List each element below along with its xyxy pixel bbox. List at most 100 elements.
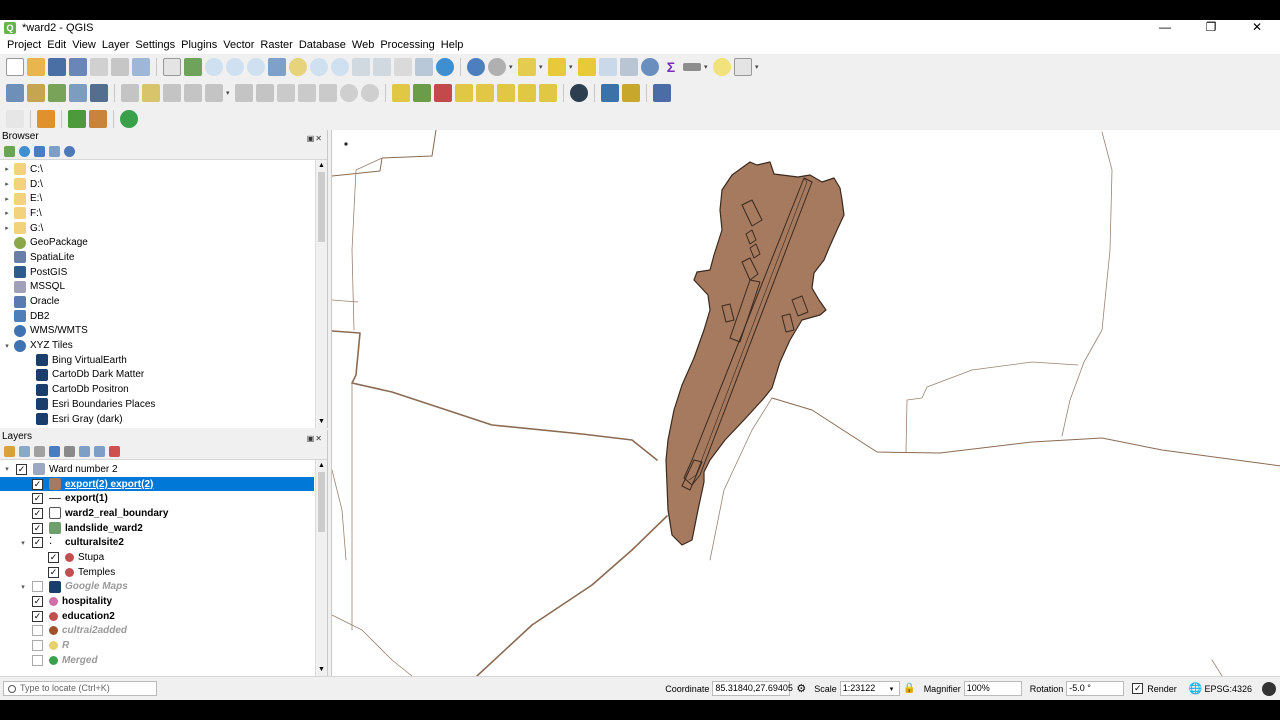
collapse-all-icon[interactable] (94, 446, 105, 457)
filter-icon[interactable] (34, 146, 45, 157)
chevron-down-icon[interactable]: ▾ (226, 89, 232, 97)
attribute-table-icon[interactable] (599, 58, 617, 76)
new-project-icon[interactable] (6, 58, 24, 76)
menu-vector[interactable]: Vector (220, 39, 257, 51)
minimize-button[interactable]: — (1142, 20, 1188, 36)
print-layout-icon[interactable] (90, 58, 108, 76)
layer-visibility-checkbox[interactable] (32, 625, 43, 637)
collapse-all-icon[interactable] (49, 146, 60, 157)
browser-item[interactable]: ▸ D:\ (0, 177, 327, 192)
select-features-icon[interactable] (518, 58, 536, 76)
chevron-down-icon[interactable]: ▾ (704, 63, 710, 71)
browser-item[interactable]: ▾ XYZ Tiles (0, 338, 327, 353)
browser-item[interactable]: GeoPackage (0, 235, 327, 250)
panel-float-close-icon[interactable]: ▣✕ (307, 432, 323, 446)
add-selected-layers-icon[interactable] (4, 146, 15, 157)
highlight-labels-icon[interactable] (455, 84, 473, 102)
copy-features-icon[interactable] (298, 84, 316, 102)
scroll-down-icon[interactable]: ▼ (316, 664, 327, 676)
edit-pencil-icon[interactable] (37, 110, 55, 128)
cursor-tool-icon[interactable] (6, 110, 24, 128)
filter-legend-icon[interactable] (49, 446, 60, 457)
deselect-icon[interactable] (578, 58, 596, 76)
layer-visibility-checkbox[interactable]: ✓ (16, 463, 27, 475)
redo-icon[interactable] (361, 84, 379, 102)
zoom-in-icon[interactable] (205, 58, 223, 76)
chevron-down-icon[interactable]: ▾ (539, 63, 545, 71)
browser-item[interactable]: SpatiaLite (0, 250, 327, 265)
open-project-icon[interactable] (27, 58, 45, 76)
expand-all-icon[interactable] (79, 446, 90, 457)
crs-globe-icon[interactable]: 🌐 (1189, 682, 1203, 695)
digitize-icon[interactable] (184, 84, 202, 102)
refresh-icon[interactable] (19, 146, 30, 157)
chevron-down-icon[interactable]: ▾ (509, 63, 515, 71)
manage-map-themes-icon[interactable] (34, 446, 45, 457)
browser-item[interactable]: ▸ E:\ (0, 191, 327, 206)
remove-layer-icon[interactable] (109, 446, 120, 457)
processing-toolbox-icon[interactable] (641, 58, 659, 76)
layer-item[interactable]: ✓ ward2_real_boundary (0, 506, 314, 521)
expand-arrow-icon[interactable]: ▸ (2, 165, 12, 173)
magnifier-spinbox[interactable]: 100% (963, 681, 1022, 696)
menu-plugins[interactable]: Plugins (178, 39, 220, 51)
layer-visibility-checkbox[interactable]: ✓ (32, 507, 43, 519)
delete-selected-icon[interactable] (256, 84, 274, 102)
cut-features-icon[interactable] (277, 84, 295, 102)
refresh-icon[interactable] (436, 58, 454, 76)
vertex-tool-icon[interactable] (205, 84, 223, 102)
menu-project[interactable]: Project (4, 39, 44, 51)
add-group-icon[interactable] (19, 446, 30, 457)
properties-info-icon[interactable] (64, 146, 75, 157)
actions-icon[interactable] (488, 58, 506, 76)
layer-visibility-checkbox[interactable] (32, 654, 43, 666)
plugin-measure-icon[interactable] (89, 110, 107, 128)
zoom-rubberband-icon[interactable] (247, 58, 265, 76)
layer-item[interactable]: ✓ export(1) (0, 491, 314, 506)
expand-arrow-icon[interactable]: ▸ (2, 195, 12, 203)
layer-item[interactable]: ✓ Stupa (0, 550, 314, 565)
data-source-manager-icon[interactable] (6, 84, 24, 102)
browser-item[interactable]: Bing VirtualEarth (0, 353, 327, 368)
layer-item[interactable]: ✓ landslide_ward2 (0, 521, 314, 536)
render-checkbox[interactable]: ✓ (1132, 683, 1144, 694)
layer-labeling-icon[interactable] (413, 84, 431, 102)
expand-arrow-icon[interactable]: ▾ (18, 539, 28, 547)
scroll-thumb[interactable] (318, 472, 325, 532)
map-canvas[interactable] (331, 129, 1280, 677)
browser-item[interactable]: PostGIS (0, 265, 327, 280)
menu-layer[interactable]: Layer (99, 39, 133, 51)
current-edits-icon[interactable] (121, 84, 139, 102)
expand-arrow-icon[interactable]: ▾ (18, 583, 28, 591)
layer-visibility-checkbox[interactable]: ✓ (32, 596, 43, 608)
temporal-controller-icon[interactable] (415, 58, 433, 76)
layers-scrollbar[interactable]: ▲ ▼ (315, 460, 327, 676)
layer-visibility-checkbox[interactable]: ✓ (32, 522, 43, 534)
menu-settings[interactable]: Settings (132, 39, 178, 51)
plugin-tool-icon[interactable] (570, 84, 588, 102)
share-icon[interactable] (120, 110, 138, 128)
map-tips-icon[interactable] (713, 58, 731, 76)
layer-visibility-checkbox[interactable]: ✓ (32, 493, 43, 505)
label-tool-icon[interactable] (392, 84, 410, 102)
select-by-value-icon[interactable] (548, 58, 566, 76)
menu-view[interactable]: View (69, 39, 99, 51)
zoom-to-layer-icon[interactable] (310, 58, 328, 76)
layer-visibility-checkbox[interactable] (32, 640, 43, 652)
coordinate-field[interactable]: 85.31840,27.69405 (712, 681, 793, 696)
ward-polygon[interactable] (665, 161, 845, 546)
text-annotation-icon[interactable] (734, 58, 752, 76)
scroll-thumb[interactable] (318, 172, 325, 242)
crs-label[interactable]: EPSG:4326 (1204, 684, 1252, 694)
browser-item[interactable]: MSSQL (0, 280, 327, 295)
layer-item[interactable]: ✓ Temples (0, 565, 314, 580)
help-icon[interactable] (653, 84, 671, 102)
layer-item[interactable]: ▾ Google Maps (0, 580, 314, 595)
layer-item[interactable]: Merged (0, 653, 314, 668)
zoom-last-icon[interactable] (352, 58, 370, 76)
new-map-view-icon[interactable] (394, 58, 412, 76)
browser-item[interactable]: CartoDb Positron (0, 382, 327, 397)
menu-raster[interactable]: Raster (257, 39, 295, 51)
browser-item[interactable]: Esri Boundaries Places (0, 397, 327, 412)
expand-arrow-icon[interactable]: ▾ (2, 465, 12, 473)
